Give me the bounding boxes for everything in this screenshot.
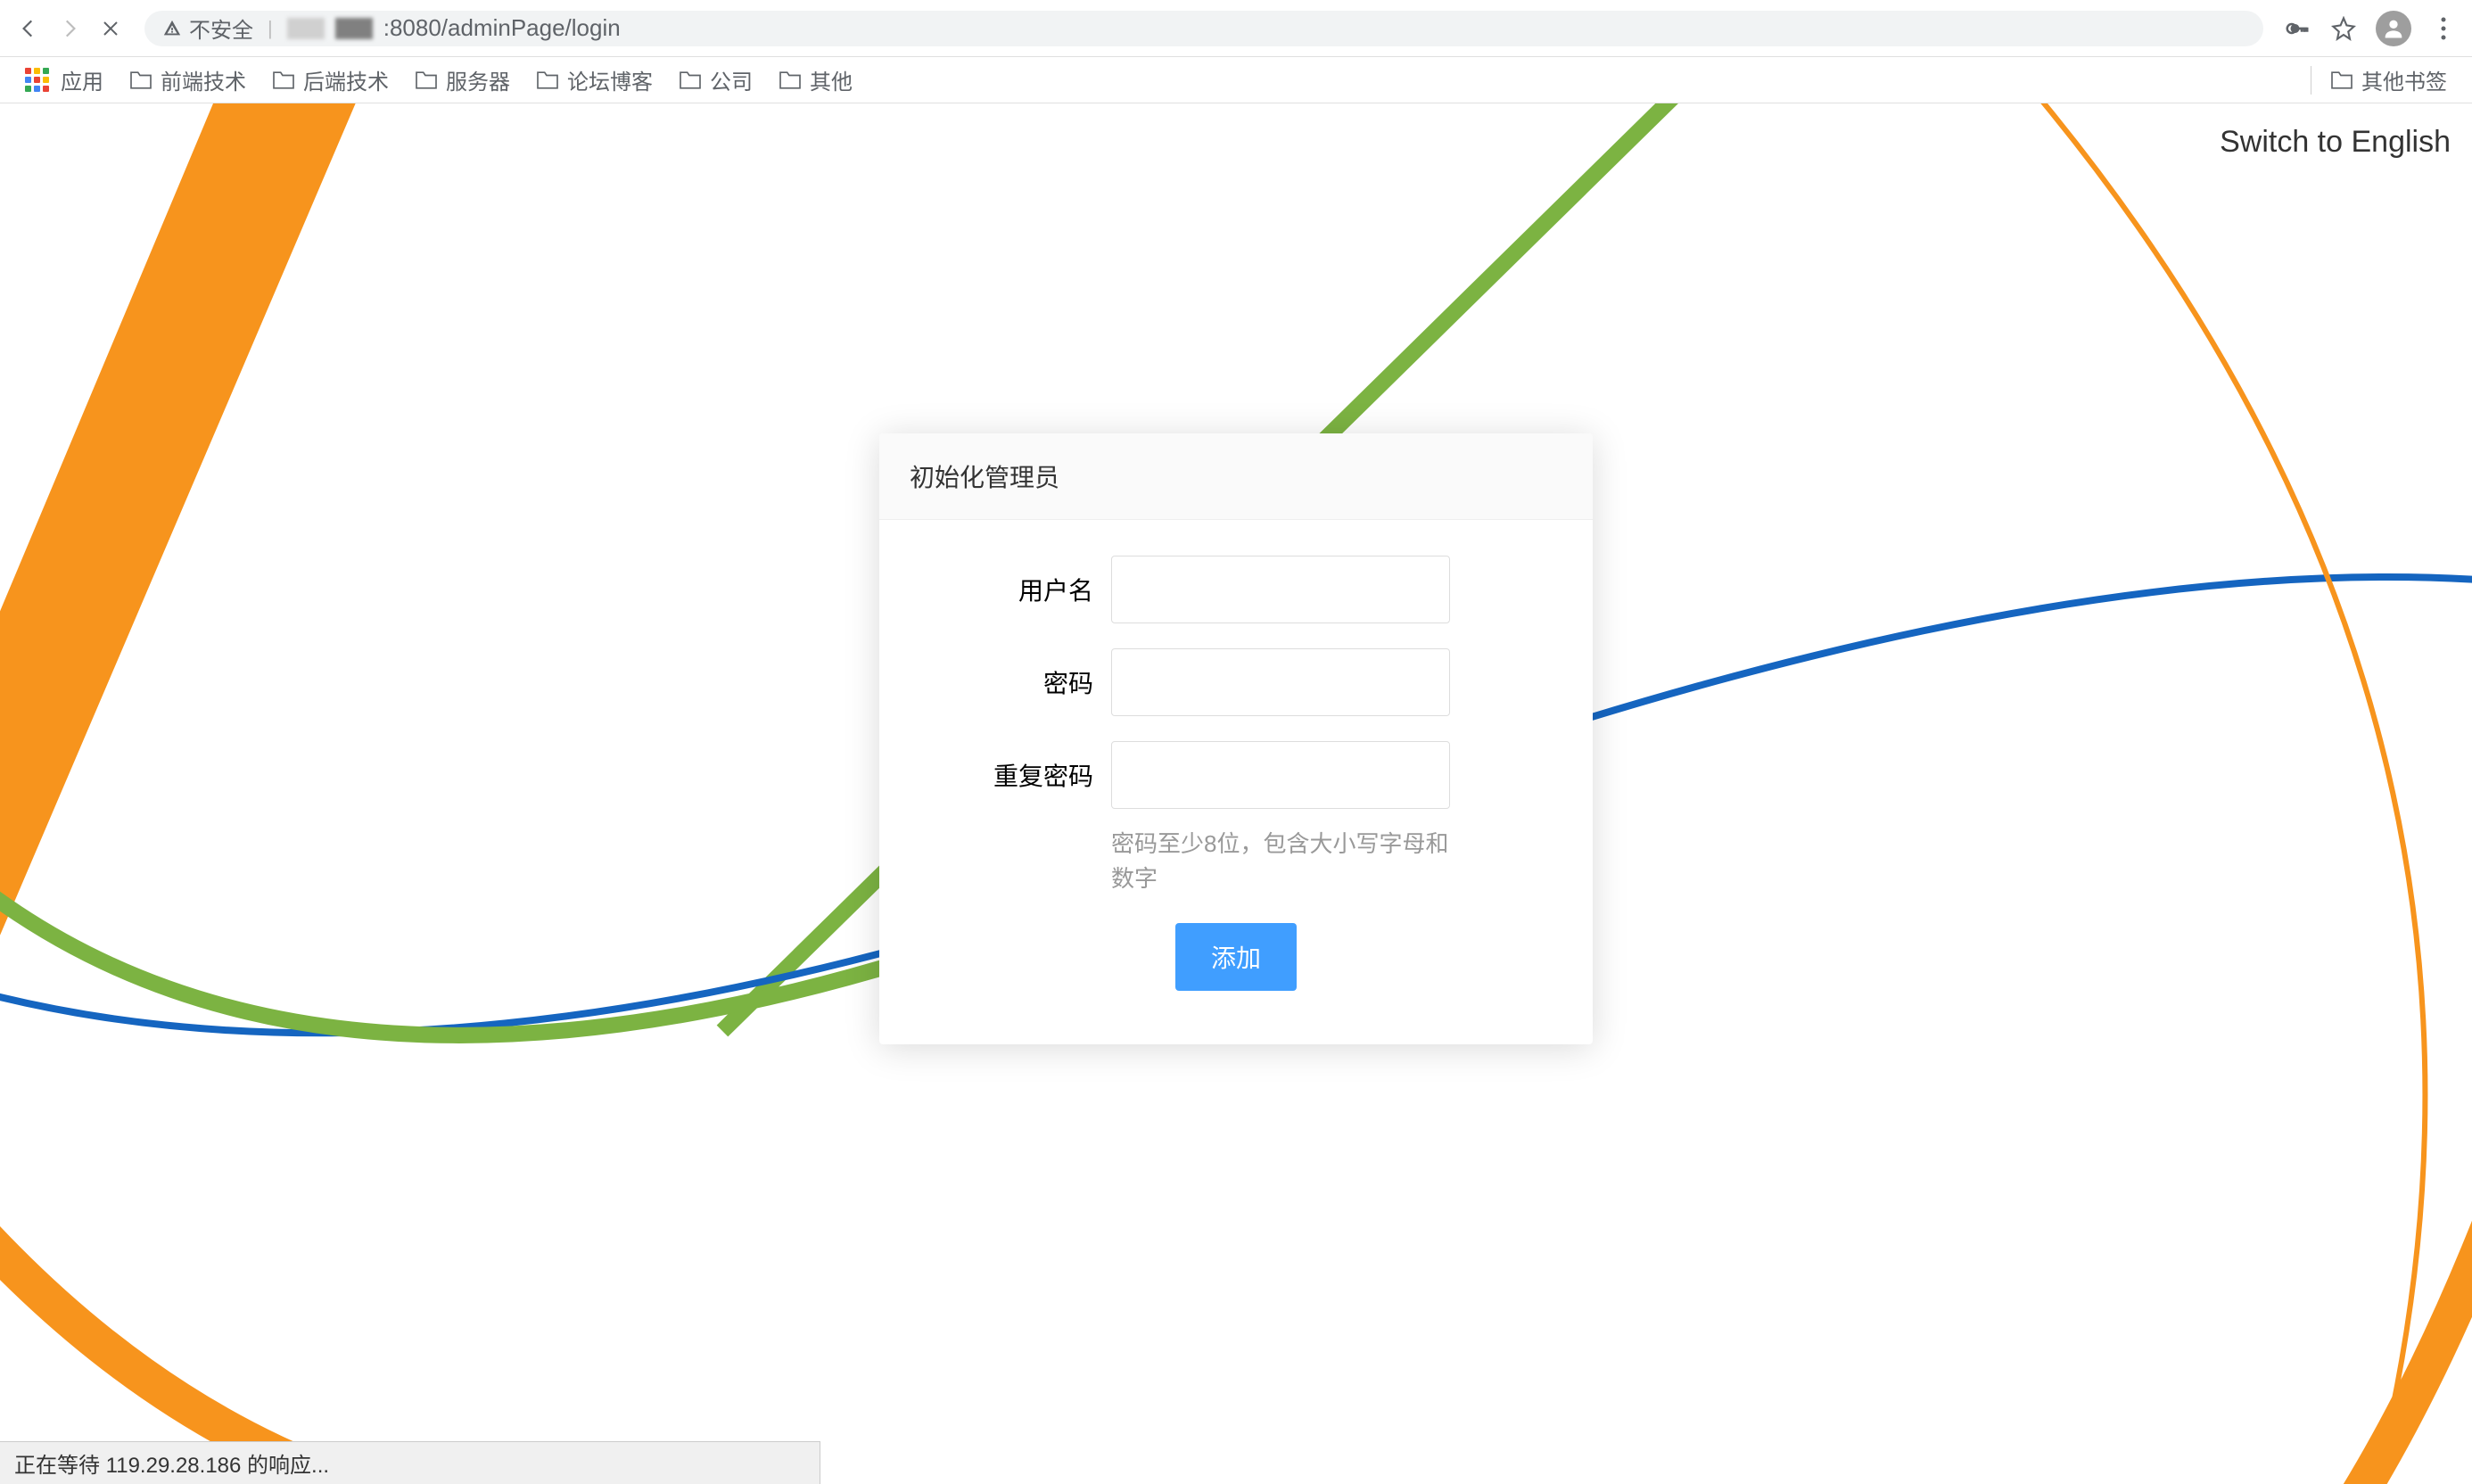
folder-icon (271, 70, 296, 90)
username-row: 用户名 (933, 556, 1539, 623)
folder-icon (678, 70, 703, 90)
key-icon[interactable] (2283, 14, 2311, 43)
bookmark-server[interactable]: 服务器 (403, 59, 521, 101)
password-label: 密码 (933, 664, 1093, 700)
admin-init-panel: 初始化管理员 用户名 密码 重复密码 密码至少8位，包含大小写字母和数字 添加 (879, 433, 1593, 1044)
user-icon (2381, 16, 2406, 41)
bookmark-forum[interactable]: 论坛博客 (524, 59, 663, 101)
password-hint: 密码至少8位，包含大小写字母和数字 (1111, 827, 1450, 896)
folder-icon (535, 70, 560, 90)
star-icon[interactable] (2329, 14, 2358, 43)
kebab-icon (2441, 17, 2446, 40)
toolbar-right (2283, 11, 2458, 46)
bookmark-label: 公司 (710, 64, 753, 95)
url-text: :8080/adminPage/login (383, 14, 621, 42)
apps-label: 应用 (61, 64, 103, 95)
panel-body: 用户名 密码 重复密码 密码至少8位，包含大小写字母和数字 添加 (879, 520, 1593, 1044)
bookmark-label: 服务器 (446, 64, 510, 95)
submit-row: 添加 (933, 923, 1539, 991)
apps-icon (25, 68, 50, 93)
password-row: 密码 (933, 648, 1539, 716)
other-bookmarks-button[interactable]: 其他书签 (2319, 59, 2458, 101)
repeat-password-label: 重复密码 (933, 757, 1093, 793)
repeat-password-row: 重复密码 (933, 741, 1539, 809)
arrow-right-icon (58, 17, 81, 40)
status-bar: 正在等待 119.29.28.186 的响应... (0, 1441, 820, 1484)
bookmark-label: 其他 (810, 64, 853, 95)
menu-button[interactable] (2429, 14, 2458, 43)
folder-icon (2329, 70, 2354, 90)
bookmark-label: 论坛博客 (567, 64, 653, 95)
blurred-host-2 (335, 18, 373, 39)
panel-header: 初始化管理员 (879, 433, 1593, 520)
bookmark-backend[interactable]: 后端技术 (260, 59, 400, 101)
apps-button[interactable]: 应用 (14, 59, 114, 101)
bookmark-frontend[interactable]: 前端技术 (118, 59, 257, 101)
username-input[interactable] (1111, 556, 1450, 623)
blurred-host-1 (287, 18, 325, 39)
nav-stop-button[interactable] (96, 14, 125, 43)
bookmark-company[interactable]: 公司 (667, 59, 763, 101)
insecure-text: 不安全 (189, 12, 253, 44)
browser-toolbar: 不安全 | :8080/adminPage/login (0, 0, 2472, 57)
arrow-left-icon (17, 17, 40, 40)
page-content: Switch to English 初始化管理员 用户名 密码 重复密码 密码至… (0, 103, 2472, 1484)
bookmark-label: 前端技术 (161, 64, 246, 95)
folder-icon (778, 70, 803, 90)
repeat-password-input[interactable] (1111, 741, 1450, 809)
address-bar[interactable]: 不安全 | :8080/adminPage/login (144, 11, 2263, 46)
warning-icon (162, 19, 182, 38)
folder-icon (414, 70, 439, 90)
password-input[interactable] (1111, 648, 1450, 716)
bookmark-label: 后端技术 (303, 64, 389, 95)
profile-button[interactable] (2376, 11, 2411, 46)
submit-button[interactable]: 添加 (1175, 923, 1297, 991)
bookmark-other[interactable]: 其他 (767, 59, 863, 101)
close-icon (100, 18, 121, 39)
username-label: 用户名 (933, 572, 1093, 607)
nav-back-button[interactable] (14, 14, 43, 43)
folder-icon (128, 70, 153, 90)
status-text: 正在等待 119.29.28.186 的响应... (14, 1454, 329, 1478)
bookmarks-bar: 应用 前端技术 后端技术 服务器 论坛博客 公司 其他 其他书签 (0, 57, 2472, 103)
nav-forward-button[interactable] (55, 14, 84, 43)
insecure-badge: 不安全 (162, 12, 253, 44)
language-switch-link[interactable]: Switch to English (2220, 125, 2451, 160)
other-bookmarks-label: 其他书签 (2361, 64, 2447, 95)
divider: | (268, 17, 273, 40)
panel-title: 初始化管理员 (910, 458, 1562, 494)
